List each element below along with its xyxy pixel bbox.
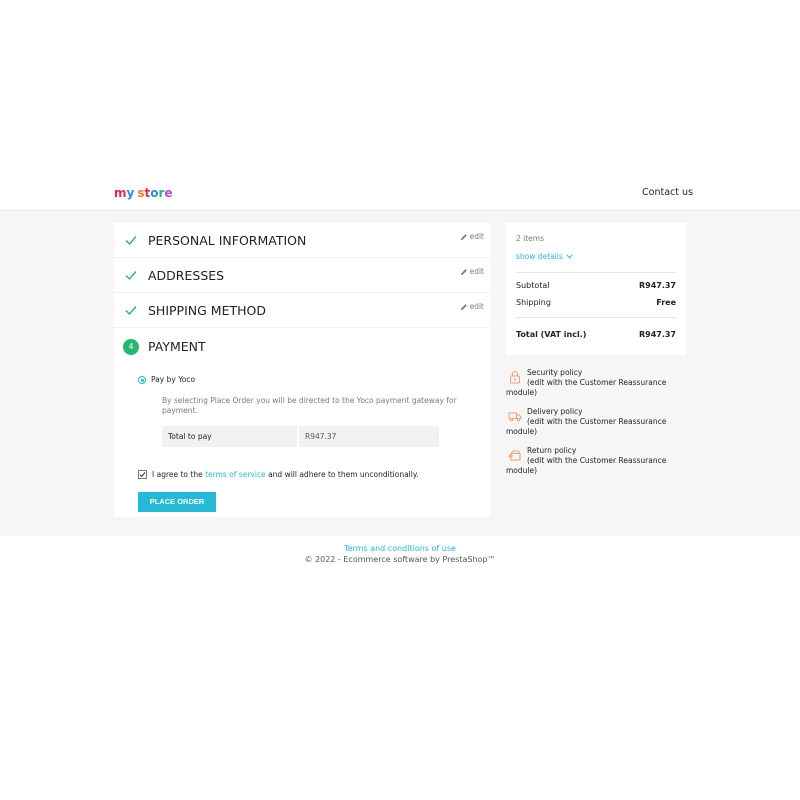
payment-step-title: PAYMENT: [148, 339, 206, 354]
shipping-label: Shipping: [516, 298, 551, 307]
return-box-icon: [508, 450, 521, 461]
reassurance-subtitle: (edit with the Customer Reassurance modu…: [506, 417, 667, 436]
contact-us-link[interactable]: Contact us: [642, 187, 693, 198]
edit-label: edit: [469, 232, 484, 241]
reassurance-delivery: Delivery policy (edit with the Customer …: [506, 407, 686, 437]
payment-step-number: 4: [123, 339, 139, 355]
delivery-truck-icon: [508, 412, 522, 422]
payment-option-label[interactable]: Pay by Yoco: [151, 375, 195, 384]
pencil-icon: [460, 268, 467, 275]
step-addresses[interactable]: ADDRESSES edit: [114, 258, 490, 293]
reassurance-title: Return policy: [527, 446, 577, 455]
checkmark-icon: [139, 472, 146, 478]
total-to-pay-table: Total to pay R947.37: [162, 426, 439, 447]
payment-description: By selecting Place Order you will be dir…: [162, 396, 457, 415]
subtotal-label: Subtotal: [516, 281, 550, 290]
shipping-row: Shipping Free: [516, 298, 676, 307]
place-order-button[interactable]: PLACE ORDER: [138, 492, 216, 512]
total-label: Total (VAT incl.): [516, 330, 587, 339]
subtotal-row: Subtotal R947.37: [516, 281, 676, 290]
logo-letter: e: [164, 186, 173, 200]
reassurance-subtitle: (edit with the Customer Reassurance modu…: [506, 456, 667, 475]
checkout-steps: PERSONAL INFORMATION edit ADDRESSES edit…: [114, 223, 490, 517]
total-row: Total (VAT incl.) R947.37: [516, 330, 676, 339]
logo-letter: s: [137, 186, 145, 200]
security-lock-icon: [510, 371, 520, 384]
show-details-label: show details: [516, 252, 563, 261]
terms-and-conditions-link[interactable]: Terms and conditions of use: [0, 544, 800, 553]
subtotal-value: R947.37: [638, 281, 676, 290]
edit-label: edit: [469, 302, 484, 311]
pencil-icon: [460, 303, 467, 310]
divider: [516, 272, 676, 273]
terms-checkbox[interactable]: [138, 470, 147, 479]
reassurance-return: Return policy (edit with the Customer Re…: [506, 446, 686, 476]
edit-personal-information-link[interactable]: edit: [460, 232, 484, 241]
reassurance-title: Delivery policy: [527, 407, 583, 416]
divider: [516, 317, 676, 318]
items-count: 2 items: [516, 234, 545, 243]
store-logo[interactable]: my store: [114, 186, 173, 200]
logo-letter: o: [150, 186, 159, 200]
reassurance-title: Security policy: [527, 368, 583, 377]
agree-prefix: I agree to the: [152, 470, 206, 479]
terms-of-service-link[interactable]: terms of service: [205, 470, 266, 479]
footer-copyright: © 2022 - Ecommerce software by PrestaSho…: [304, 555, 496, 564]
step-personal-information[interactable]: PERSONAL INFORMATION edit: [114, 223, 490, 258]
pay-by-yoco-radio[interactable]: [138, 376, 146, 384]
check-icon: [125, 271, 137, 281]
shipping-value: Free: [656, 298, 676, 307]
edit-shipping-method-link[interactable]: edit: [460, 302, 484, 311]
chevron-down-icon: [566, 254, 573, 259]
step-title: PERSONAL INFORMATION: [148, 233, 307, 248]
logo-letter: m: [114, 186, 127, 200]
step-shipping-method[interactable]: SHIPPING METHOD edit: [114, 293, 490, 328]
agree-suffix: and will adhere to them unconditionally.: [265, 470, 419, 479]
total-to-pay-value: R947.37: [299, 426, 439, 447]
edit-label: edit: [469, 267, 484, 276]
reassurance-security: Security policy (edit with the Customer …: [506, 368, 686, 398]
total-value: R947.37: [638, 330, 676, 339]
logo-letter: y: [126, 186, 135, 200]
check-icon: [125, 236, 137, 246]
total-to-pay-label: Total to pay: [162, 426, 297, 447]
terms-agreement-text: I agree to the terms of service and will…: [152, 470, 419, 479]
show-details-toggle[interactable]: show details: [516, 252, 573, 261]
check-icon: [125, 306, 137, 316]
site-header: my store Contact us: [0, 174, 800, 211]
cart-summary: 2 items show details Subtotal R947.37 Sh…: [506, 223, 686, 355]
step-title: ADDRESSES: [148, 268, 225, 283]
pencil-icon: [460, 233, 467, 240]
reassurance-subtitle: (edit with the Customer Reassurance modu…: [506, 378, 667, 397]
edit-addresses-link[interactable]: edit: [460, 267, 484, 276]
step-title: SHIPPING METHOD: [148, 303, 266, 318]
